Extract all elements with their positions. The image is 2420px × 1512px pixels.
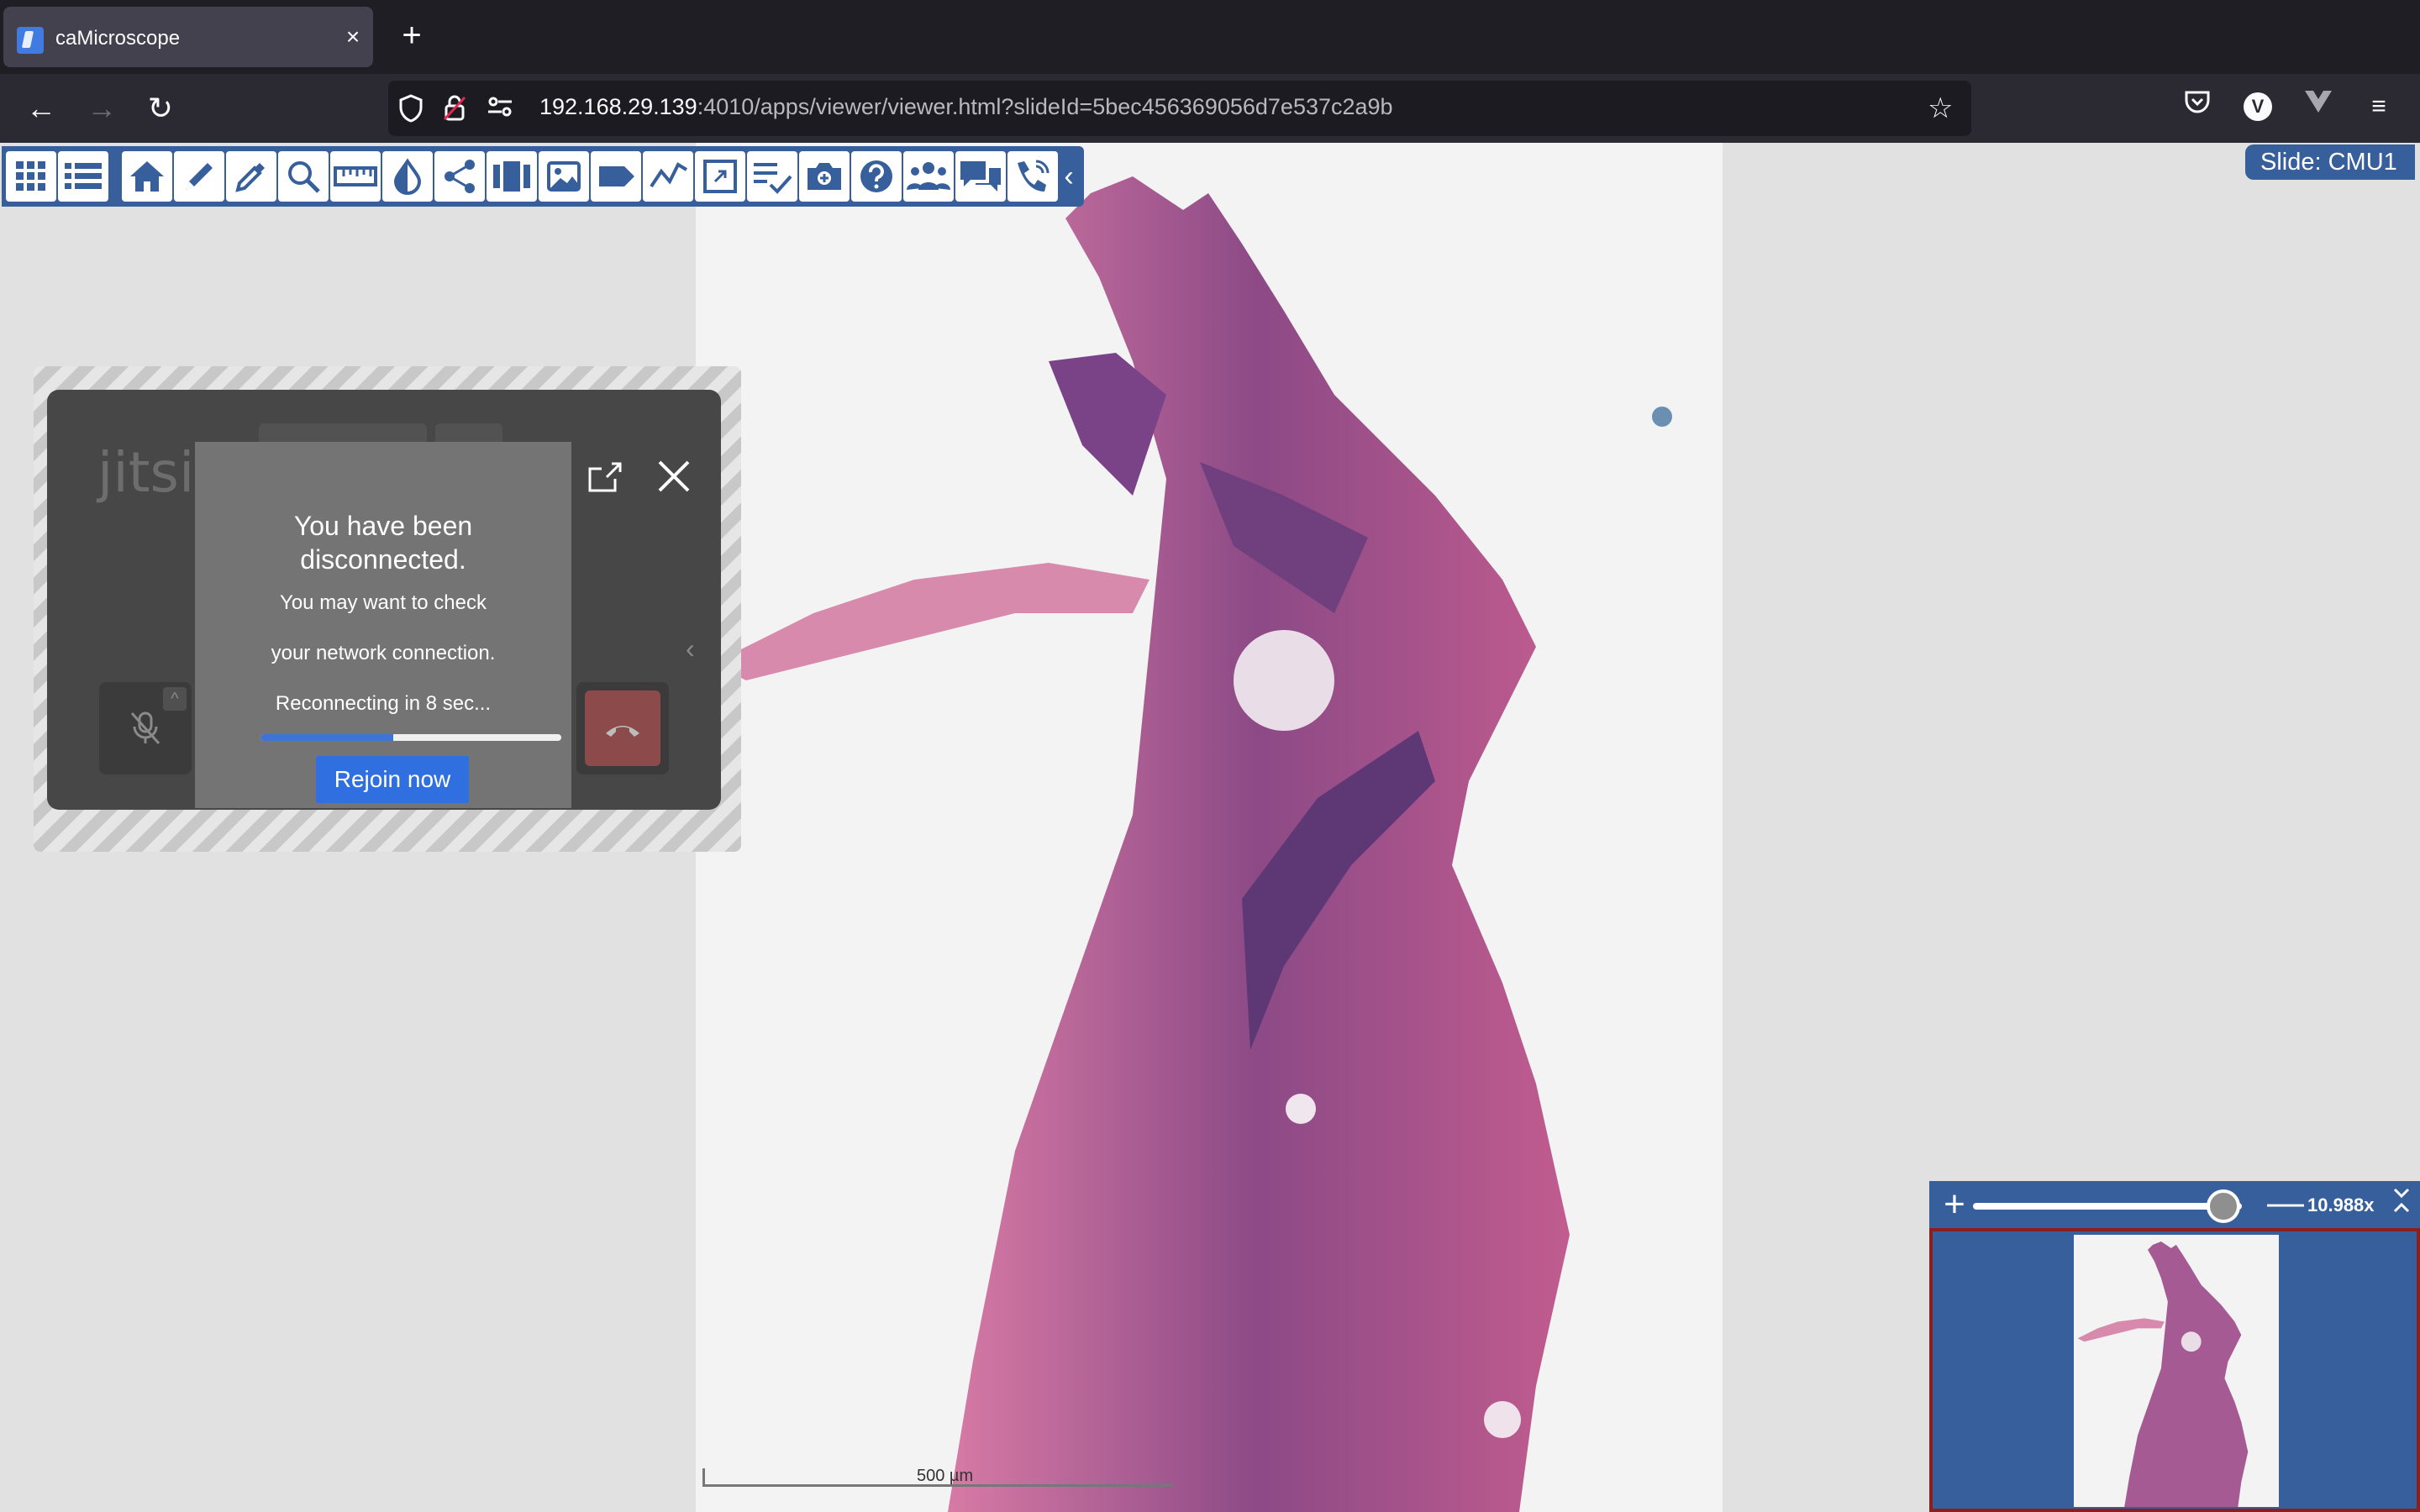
annotation-pen-button[interactable] <box>174 151 224 202</box>
chat-button[interactable] <box>955 151 1006 202</box>
url-bar[interactable]: 192.168.29.139:4010/apps/viewer/viewer.h… <box>388 81 1971 136</box>
browser-tab[interactable]: caMicroscope × <box>3 7 373 67</box>
home-icon <box>130 161 164 192</box>
toolbar-collapse-chevron-icon[interactable]: ‹ <box>1059 151 1079 202</box>
share-button[interactable] <box>434 151 485 202</box>
url-path: :4010/apps/viewer/viewer.html?slideId=5b… <box>697 94 1393 119</box>
hangup-button[interactable] <box>576 682 669 774</box>
disconnected-title: You have been disconnected. <box>293 511 473 575</box>
label-tag-icon <box>599 166 634 186</box>
checklist-button[interactable] <box>747 151 797 202</box>
vue-devtools-icon[interactable] <box>2299 87 2338 126</box>
layers-list-icon <box>65 163 102 189</box>
mic-options-chevron-icon[interactable]: ^ <box>163 687 187 711</box>
magnifier-icon <box>288 161 320 193</box>
apps-grid-icon <box>16 161 45 191</box>
search-zoom-button[interactable] <box>278 151 329 202</box>
jitsi-logo: jitsi <box>97 440 195 505</box>
help-button[interactable] <box>851 151 902 202</box>
scale-label: 500 µm <box>917 1467 974 1485</box>
fullscreen-icon <box>703 160 737 193</box>
disconnected-message-line1: You may want to check <box>280 591 487 614</box>
checklist-icon <box>754 163 792 194</box>
layers-list-button[interactable] <box>58 151 108 202</box>
disconnected-message-line2: your network connection. <box>271 642 496 664</box>
new-tab-button[interactable]: + <box>392 17 432 57</box>
zoom-slider-handle[interactable] <box>2206 1189 2240 1223</box>
tab-title: caMicroscope <box>55 27 181 50</box>
zoom-in-button[interactable]: + <box>1936 1186 1973 1223</box>
eyedropper-icon <box>235 163 265 192</box>
collapse-navigator-icon[interactable] <box>2386 1186 2417 1223</box>
zoom-slider[interactable] <box>1973 1203 2242 1210</box>
mic-off-icon <box>130 711 160 744</box>
url-text[interactable]: 192.168.29.139:4010/apps/viewer/viewer.h… <box>539 94 1393 120</box>
slide-canvas[interactable]: 500 µm <box>696 143 1723 1512</box>
url-host: 192.168.29.139 <box>539 94 697 119</box>
label-button[interactable] <box>591 151 641 202</box>
polyline-button[interactable] <box>643 151 693 202</box>
share-icon <box>445 160 475 193</box>
pencil-icon <box>186 163 213 190</box>
viewer-toolbar: ‹ <box>2 146 1084 207</box>
profile-avatar[interactable]: V <box>2244 92 2272 121</box>
back-button[interactable]: ← <box>20 87 62 129</box>
insecure-lock-icon[interactable] <box>440 94 469 123</box>
app-menu-icon[interactable]: ≡ <box>2360 87 2398 126</box>
slide-navigator[interactable] <box>1929 1228 2420 1512</box>
collaborators-button[interactable] <box>903 151 954 202</box>
close-icon[interactable] <box>652 457 696 501</box>
zoom-level: 10.988x <box>2307 1194 2375 1215</box>
reconnect-progress-bar <box>260 734 561 741</box>
navigator-thumbnail[interactable] <box>2074 1235 2279 1507</box>
snapshot-button[interactable] <box>799 151 850 202</box>
image-button[interactable] <box>539 151 589 202</box>
hangup-phone-icon <box>585 690 660 766</box>
apps-grid-button[interactable] <box>6 151 56 202</box>
stain-color-button[interactable] <box>382 151 433 202</box>
popout-icon[interactable] <box>585 460 625 501</box>
zoom-control: + — 10.988x <box>1929 1181 2420 1230</box>
video-call-icon <box>1018 160 1050 192</box>
tissue-image <box>713 176 1672 1512</box>
side-by-side-button[interactable] <box>487 151 537 202</box>
image-icon <box>547 161 581 192</box>
forward-button[interactable]: → <box>81 87 123 129</box>
camera-icon <box>808 163 841 190</box>
camicroscope-favicon-icon <box>17 27 44 54</box>
disconnected-dialog: You have been disconnected. You may want… <box>195 442 571 808</box>
jitsi-side-chevron-icon[interactable]: ‹ <box>686 633 711 667</box>
reconnect-countdown: Reconnecting in 8 sec... <box>275 692 492 715</box>
color-drop-icon <box>393 158 422 195</box>
rejoin-now-button[interactable]: Rejoin now <box>316 756 469 803</box>
zoom-out-button[interactable]: — <box>2267 1184 2304 1223</box>
ruler-icon <box>334 166 377 186</box>
toolbar-separator <box>109 151 121 202</box>
pocket-icon[interactable] <box>2178 87 2217 126</box>
side-by-side-icon <box>493 161 530 192</box>
tab-close-icon[interactable]: × <box>336 20 370 54</box>
screen: caMicroscope × + ← → ↻ 192.168.29.139:40… <box>0 0 2420 1512</box>
fullscreen-button[interactable] <box>695 151 745 202</box>
slide-name-label: Slide: CMU1 <box>2245 144 2415 180</box>
help-icon <box>860 160 892 192</box>
collaborators-icon <box>907 162 950 190</box>
scale-bar: 500 µm <box>702 1467 1173 1487</box>
bookmark-star-icon[interactable]: ☆ <box>1928 92 1960 124</box>
video-call-button[interactable] <box>1007 151 1058 202</box>
reload-button[interactable]: ↻ <box>139 87 182 129</box>
chat-icon <box>960 161 1001 192</box>
home-button[interactable] <box>122 151 172 202</box>
measure-button[interactable] <box>330 151 381 202</box>
tracking-shield-icon[interactable] <box>397 94 425 123</box>
permissions-icon[interactable] <box>486 94 514 123</box>
reconnect-progress-fill <box>260 734 393 741</box>
eyedropper-button[interactable] <box>226 151 276 202</box>
polyline-icon <box>650 162 688 188</box>
browser-tab-strip: caMicroscope × + <box>0 0 2420 74</box>
